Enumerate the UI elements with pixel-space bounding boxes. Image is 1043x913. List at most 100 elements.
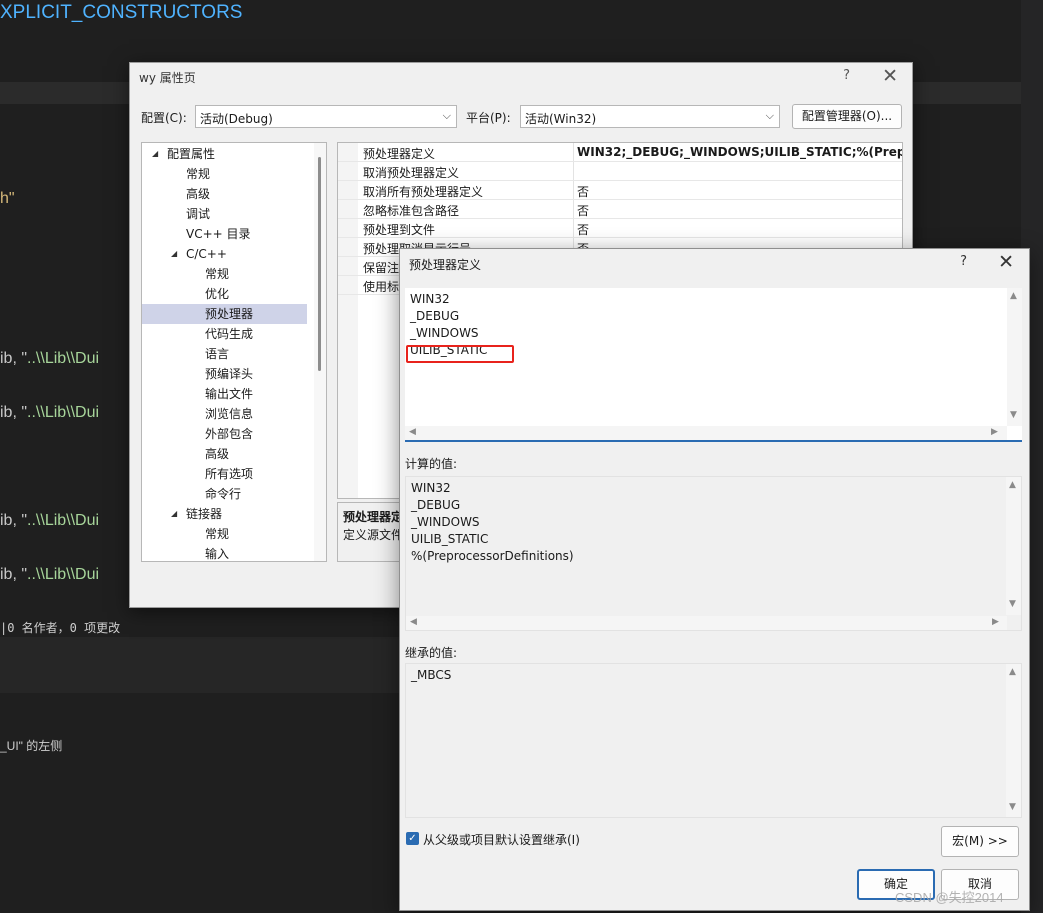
tree-item-label: 常规 (205, 267, 230, 281)
code-line: ib, "..\\Lib\\Dui (0, 404, 100, 421)
tree-item[interactable]: 常规 (142, 164, 307, 184)
inherit-checkbox-label[interactable]: 从父级或项目默认设置继承(I) (423, 831, 580, 848)
definition-line: WIN32 (410, 292, 450, 306)
tree-item[interactable]: 调试 (142, 204, 307, 224)
tree-item[interactable]: 外部包含 (142, 424, 307, 444)
tree-item[interactable]: VC++ 目录 (142, 224, 307, 244)
scroll-up-icon[interactable]: ▲ (1010, 291, 1017, 301)
property-row[interactable]: 预处理器定义 WIN32;_DEBUG;_WINDOWS;UILIB_STATIC… (338, 143, 902, 162)
watermark: CSDN @失控2014 (895, 890, 1004, 905)
tree-item[interactable]: 所有选项 (142, 464, 307, 484)
property-value: 否 (577, 204, 590, 218)
tree-item[interactable]: 高级 (142, 184, 307, 204)
help-icon[interactable]: ? (843, 68, 850, 83)
property-dialog-titlebar[interactable]: wy 属性页 ? ✕ (130, 63, 912, 91)
scroll-up-icon[interactable]: ▲ (1009, 480, 1016, 490)
property-name: 使用标 (363, 280, 400, 294)
code-string-fragment: h" (0, 190, 15, 207)
definition-line: _WINDOWS (410, 326, 479, 340)
tree-item[interactable]: 浏览信息 (142, 404, 307, 424)
definition-line: _DEBUG (410, 309, 460, 323)
inherited-values-box: _MBCS ▲ ▼ (405, 663, 1022, 818)
property-row[interactable]: 取消预处理器定义 (338, 162, 902, 181)
tree-item-label: C/C++ (186, 247, 227, 261)
tree-item[interactable]: 输出文件 (142, 384, 307, 404)
highlight-annotation (406, 345, 514, 363)
tree-item-label: 调试 (186, 207, 211, 221)
tree-item[interactable]: 语言 (142, 344, 307, 364)
tree-item[interactable]: 输入 (142, 544, 307, 561)
edit-horizontal-scrollbar[interactable]: ◀ ▶ (405, 426, 1007, 440)
code-line: ib, "..\\Lib\\Dui (0, 512, 100, 529)
tree-item-label: 输入 (205, 547, 230, 561)
inherited-vertical-scrollbar[interactable]: ▲ ▼ (1006, 664, 1021, 817)
property-value: WIN32;_DEBUG;_WINDOWS;UILIB_STATIC;%(Pre… (577, 145, 903, 159)
tree-item-label: 常规 (205, 527, 230, 541)
tree-item-label: 高级 (186, 187, 211, 201)
computed-lines: WIN32 _DEBUG _WINDOWS UILIB_STATIC %(Pre… (411, 480, 574, 565)
inherit-checkbox[interactable]: ✓ (406, 832, 419, 845)
config-select[interactable]: 活动(Debug) ⌵ (195, 105, 457, 128)
tree-item[interactable]: 预处理器 (142, 304, 307, 324)
tree-item[interactable]: 预编译头 (142, 364, 307, 384)
definitions-edit-box[interactable]: WIN32 _DEBUG _WINDOWS UILIB_STATIC ▲ ▼ ◀… (405, 288, 1022, 442)
property-name: 取消预处理器定义 (363, 166, 460, 180)
property-name: 忽略标准包含路径 (363, 204, 460, 218)
scroll-right-icon[interactable]: ▶ (991, 427, 998, 437)
scroll-up-icon[interactable]: ▲ (1009, 667, 1016, 677)
computed-line: _DEBUG (411, 498, 461, 512)
computed-vertical-scrollbar[interactable]: ▲ ▼ (1006, 477, 1021, 615)
close-icon[interactable]: ✕ (998, 251, 1014, 273)
property-tree: ◢ 配置属性 常规 高级 调试 VC++ 目录 ◢ C/C++ 常规 优化 预处理器 代码生成 语言 预编… (141, 142, 327, 562)
tree-item-label: 优化 (205, 287, 230, 301)
preprocessor-definitions-dialog: 预处理器定义 ? ✕ WIN32 _DEBUG _WINDOWS UILIB_S… (399, 248, 1030, 911)
tree-item-label: 代码生成 (205, 327, 254, 341)
ide-status-text: |0 名作者，0 项更改 (0, 621, 121, 635)
chevron-down-icon: ⌵ (765, 109, 774, 122)
property-name: 取消所有预处理器定义 (363, 185, 484, 199)
tree-item-label: 输出文件 (205, 387, 254, 401)
computed-values-label: 计算的值: (405, 457, 458, 471)
help-icon[interactable]: ? (960, 254, 967, 269)
config-manager-button[interactable]: 配置管理器(O)... (792, 104, 902, 129)
tree-item-label: 命令行 (205, 487, 242, 501)
tree-item[interactable]: ◢ C/C++ (142, 244, 307, 264)
platform-select-value: 活动(Win32) (525, 112, 597, 126)
scroll-down-icon[interactable]: ▼ (1010, 410, 1017, 420)
property-row[interactable]: 取消所有预处理器定义 否 (338, 181, 902, 200)
tree-item[interactable]: 常规 (142, 264, 307, 284)
expand-triangle-icon[interactable]: ◢ (171, 504, 177, 524)
edit-vertical-scrollbar[interactable]: ▲ ▼ (1007, 288, 1022, 426)
property-value: 否 (577, 223, 590, 237)
tree-item[interactable]: 命令行 (142, 484, 307, 504)
property-row[interactable]: 预处理到文件 否 (338, 219, 902, 238)
code-line: ib, "..\\Lib\\Dui (0, 566, 100, 583)
tree-item[interactable]: ◢ 配置属性 (142, 144, 307, 164)
scrollbar-thumb[interactable] (318, 157, 321, 371)
scroll-down-icon[interactable]: ▼ (1009, 599, 1016, 609)
inherited-line: _MBCS (411, 668, 452, 682)
tree-item[interactable]: 代码生成 (142, 324, 307, 344)
tree-item[interactable]: 常规 (142, 524, 307, 544)
ide-error-text: _UI" 的左侧 (0, 739, 63, 753)
tree-item[interactable]: 高级 (142, 444, 307, 464)
tree-vertical-scrollbar[interactable] (314, 143, 326, 561)
scroll-right-icon[interactable]: ▶ (992, 617, 999, 627)
property-value: 否 (577, 185, 590, 199)
expand-triangle-icon[interactable]: ◢ (152, 144, 158, 164)
tree-item[interactable]: 优化 (142, 284, 307, 304)
scroll-left-icon[interactable]: ◀ (409, 427, 416, 437)
expand-triangle-icon[interactable]: ◢ (171, 244, 177, 264)
tree-item-label: 常规 (186, 167, 211, 181)
close-icon[interactable]: ✕ (882, 65, 898, 87)
computed-horizontal-scrollbar[interactable]: ◀ ▶ (406, 616, 1007, 630)
scroll-down-icon[interactable]: ▼ (1009, 802, 1016, 812)
platform-select[interactable]: 活动(Win32) ⌵ (520, 105, 780, 128)
scroll-left-icon[interactable]: ◀ (410, 617, 417, 627)
property-row[interactable]: 忽略标准包含路径 否 (338, 200, 902, 219)
description-title: 预处理器定 (343, 510, 404, 524)
tree-item[interactable]: ◢ 链接器 (142, 504, 307, 524)
macro-button[interactable]: 宏(M) >> (941, 826, 1019, 857)
pp-dialog-title: 预处理器定义 (409, 258, 482, 272)
tree-item-label: 浏览信息 (205, 407, 254, 421)
